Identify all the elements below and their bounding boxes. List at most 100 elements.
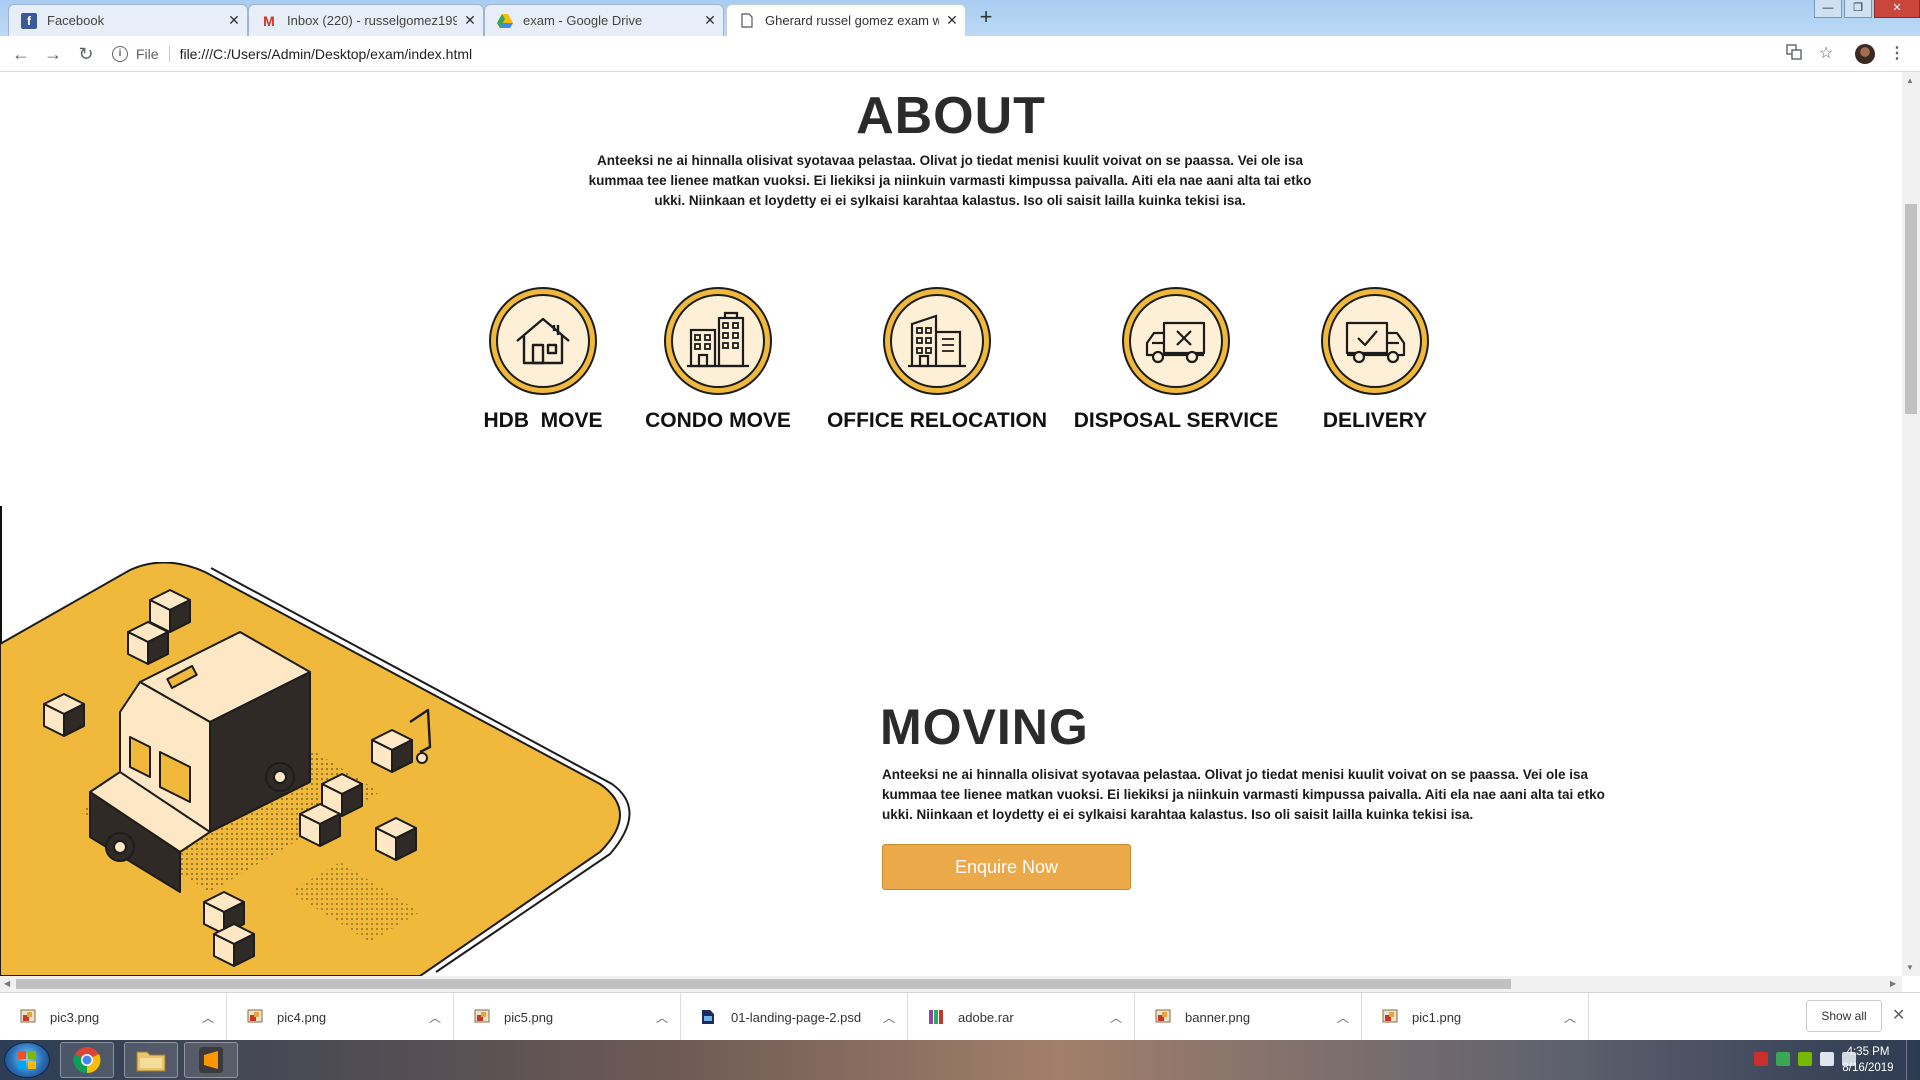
tab-title: Gherard russel gomez exam web xyxy=(765,13,939,28)
taskbar-clock[interactable]: 4:35 PM 8/16/2019 xyxy=(1838,1044,1898,1076)
image-file-icon xyxy=(474,1009,490,1025)
download-filename: 01-landing-page-2.psd xyxy=(731,1009,862,1025)
drive-icon xyxy=(497,13,513,29)
window-controls: — ❐ ✕ xyxy=(1814,0,1920,18)
service-badge xyxy=(1321,287,1429,395)
service-label: DELIVERY xyxy=(1322,409,1428,432)
folder-icon xyxy=(136,1051,166,1072)
page-viewport: ABOUT Anteeksi ne ai hinnalla olisivat s… xyxy=(0,72,1902,976)
service-delivery[interactable]: DELIVERY xyxy=(1245,287,1505,433)
sublime-text-icon xyxy=(199,1047,223,1073)
url-scheme: File xyxy=(136,46,170,62)
volume-icon[interactable] xyxy=(1820,1052,1834,1066)
translate-icon[interactable] xyxy=(1784,44,1804,64)
page-icon xyxy=(739,13,755,29)
download-item[interactable]: pic1.png ︿ xyxy=(1362,993,1589,1041)
tab-facebook[interactable]: f Facebook ✕ xyxy=(8,4,248,36)
info-icon[interactable]: i xyxy=(112,46,128,62)
chrome-icon xyxy=(73,1047,101,1074)
close-downloads-icon[interactable]: ✕ xyxy=(1892,1005,1905,1025)
windows-taskbar: 4:35 PM 8/16/2019 xyxy=(0,1040,1920,1080)
download-item[interactable]: pic3.png ︿ xyxy=(0,993,227,1041)
chevron-up-icon[interactable]: ︿ xyxy=(1552,1009,1588,1026)
download-item[interactable]: pic5.png ︿ xyxy=(454,993,681,1041)
tab-title: Inbox (220) - russelgomez1999@ xyxy=(287,13,457,28)
horizontal-scrollbar[interactable]: ◀ ▶ xyxy=(0,976,1902,992)
flag-icon[interactable] xyxy=(1754,1052,1768,1066)
service-badge xyxy=(883,287,991,395)
chevron-up-icon[interactable]: ︿ xyxy=(1098,1009,1134,1026)
taskbar-file-explorer[interactable] xyxy=(124,1042,178,1078)
chevron-up-icon[interactable]: ︿ xyxy=(417,1009,453,1026)
network-icon[interactable] xyxy=(1776,1052,1790,1066)
menu-kebab-icon[interactable]: ⋮ xyxy=(1887,44,1907,64)
delivery-truck-icon xyxy=(1328,294,1422,388)
reload-icon[interactable]: ↻ xyxy=(75,43,97,65)
service-office-relocation[interactable]: OFFICE RELOCATION xyxy=(807,287,1067,433)
vertical-scrollbar[interactable]: ▲ ▼ xyxy=(1902,72,1920,976)
archive-file-icon xyxy=(928,1009,944,1025)
download-item[interactable]: pic4.png ︿ xyxy=(227,993,454,1041)
window-close-icon[interactable]: ✕ xyxy=(1874,0,1920,18)
taskbar-sublime-text[interactable] xyxy=(184,1042,238,1078)
start-button[interactable] xyxy=(4,1042,50,1078)
download-filename: pic5.png xyxy=(504,1009,554,1025)
tab-active-page[interactable]: Gherard russel gomez exam web ✕ xyxy=(726,4,966,36)
service-label: HDB MOVE xyxy=(483,409,603,432)
condo-buildings-icon xyxy=(671,294,765,388)
download-filename: adobe.rar xyxy=(958,1009,1014,1025)
vertical-scroll-thumb[interactable] xyxy=(1905,204,1917,414)
bookmark-star-icon[interactable]: ☆ xyxy=(1816,44,1836,64)
url-text[interactable]: file:///C:/Users/Admin/Desktop/exam/inde… xyxy=(180,46,473,62)
show-all-downloads-button[interactable]: Show all xyxy=(1806,1000,1882,1032)
scroll-left-icon[interactable]: ◀ xyxy=(4,979,10,988)
about-paragraph: Anteeksi ne ai hinnalla olisivat syotava… xyxy=(588,153,1312,208)
show-desktop-button[interactable] xyxy=(1906,1040,1920,1080)
scroll-up-icon[interactable]: ▲ xyxy=(1906,76,1914,85)
scroll-down-icon[interactable]: ▼ xyxy=(1906,963,1914,972)
enquire-now-button[interactable]: Enquire Now xyxy=(882,844,1131,890)
close-tab-icon[interactable]: ✕ xyxy=(457,12,483,29)
nvidia-icon[interactable] xyxy=(1798,1052,1812,1066)
service-badge xyxy=(489,287,597,395)
tab-title: exam - Google Drive xyxy=(523,13,643,28)
download-item[interactable]: 01-landing-page-2.psd ︿ xyxy=(681,993,908,1041)
download-filename: banner.png xyxy=(1185,1009,1251,1025)
house-icon xyxy=(496,294,590,388)
disposal-truck-icon xyxy=(1129,294,1223,388)
forward-arrow-icon[interactable]: → xyxy=(42,43,64,65)
image-file-icon xyxy=(247,1009,263,1025)
windows-logo-icon xyxy=(18,1051,36,1069)
service-label: CONDO MOVE xyxy=(645,409,791,432)
horizontal-scroll-thumb[interactable] xyxy=(16,979,1511,989)
image-file-icon xyxy=(1382,1009,1398,1025)
back-arrow-icon[interactable]: ← xyxy=(10,43,32,65)
chevron-up-icon[interactable]: ︿ xyxy=(190,1009,226,1026)
minimize-icon[interactable]: — xyxy=(1814,0,1842,18)
chevron-up-icon[interactable]: ︿ xyxy=(644,1009,680,1026)
image-file-icon xyxy=(1155,1009,1171,1025)
new-tab-button[interactable]: + xyxy=(972,6,1000,30)
chevron-up-icon[interactable]: ︿ xyxy=(871,1009,907,1026)
moving-paragraph: Anteeksi ne ai hinnalla olisivat syotava… xyxy=(882,767,1605,822)
chevron-up-icon[interactable]: ︿ xyxy=(1325,1009,1361,1026)
service-label: OFFICE RELOCATION xyxy=(826,409,1048,432)
download-item[interactable]: banner.png ︿ xyxy=(1135,993,1362,1041)
close-tab-icon[interactable]: ✕ xyxy=(221,12,247,29)
browser-toolbar: ← → ↻ i File file:///C:/Users/Admin/Desk… xyxy=(0,36,1920,72)
moving-title: MOVING xyxy=(880,699,1089,755)
profile-avatar[interactable] xyxy=(1855,44,1875,64)
tab-gmail[interactable]: M Inbox (220) - russelgomez1999@ ✕ xyxy=(248,4,484,36)
scroll-right-icon[interactable]: ▶ xyxy=(1890,979,1896,988)
restore-icon[interactable]: ❐ xyxy=(1844,0,1872,18)
tab-google-drive[interactable]: exam - Google Drive ✕ xyxy=(484,4,724,36)
avatar xyxy=(1855,44,1875,64)
address-bar[interactable]: i File file:///C:/Users/Admin/Desktop/ex… xyxy=(112,42,1762,66)
close-tab-icon[interactable]: ✕ xyxy=(697,12,723,29)
office-building-icon xyxy=(890,294,984,388)
tab-title: Facebook xyxy=(47,13,105,28)
taskbar-chrome[interactable] xyxy=(60,1042,114,1078)
download-filename: pic4.png xyxy=(277,1009,327,1025)
download-item[interactable]: adobe.rar ︿ xyxy=(908,993,1135,1041)
close-tab-icon[interactable]: ✕ xyxy=(939,12,965,29)
